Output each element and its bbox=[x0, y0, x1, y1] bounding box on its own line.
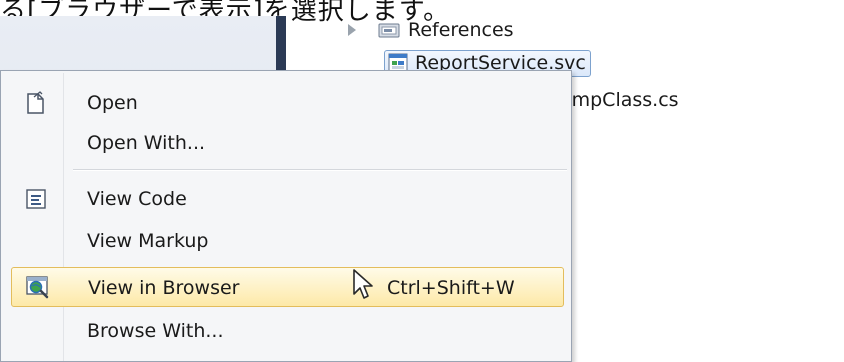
tree-item-label: References bbox=[408, 19, 514, 41]
menu-item-open-with[interactable]: Open With... bbox=[3, 123, 567, 163]
document-icon bbox=[27, 91, 44, 114]
menu-separator-highlight bbox=[73, 170, 567, 171]
menu-item-open[interactable]: Open bbox=[3, 83, 567, 123]
menu-item-label: View Markup bbox=[87, 230, 209, 252]
references-folder-icon bbox=[378, 23, 400, 38]
menu-item-browse-with[interactable]: Browse With... bbox=[3, 311, 567, 351]
menu-item-label: Browse With... bbox=[87, 320, 224, 342]
tree-item-references[interactable]: References bbox=[348, 14, 514, 46]
context-menu: Open Open With... View Code View Markup … bbox=[0, 70, 572, 362]
mouse-pointer-icon bbox=[353, 269, 373, 299]
menu-item-label: Open With... bbox=[87, 132, 206, 154]
expand-arrow-icon[interactable] bbox=[348, 24, 356, 36]
menu-item-view-code[interactable]: View Code bbox=[3, 179, 567, 219]
tree-item-partial[interactable]: ImpClass.cs bbox=[566, 84, 679, 116]
menu-item-label: Open bbox=[87, 92, 138, 114]
menu-item-shortcut: Ctrl+Shift+W bbox=[387, 277, 515, 299]
tree-item-label: ImpClass.cs bbox=[566, 89, 679, 111]
menu-item-label: View Code bbox=[87, 188, 187, 210]
browser-globe-icon bbox=[26, 276, 49, 299]
menu-item-label: View in Browser bbox=[88, 277, 240, 299]
menu-item-view-in-browser[interactable]: View in Browser Ctrl+Shift+W bbox=[11, 267, 564, 307]
menu-item-view-markup[interactable]: View Markup bbox=[3, 221, 567, 261]
code-view-icon bbox=[26, 189, 46, 209]
